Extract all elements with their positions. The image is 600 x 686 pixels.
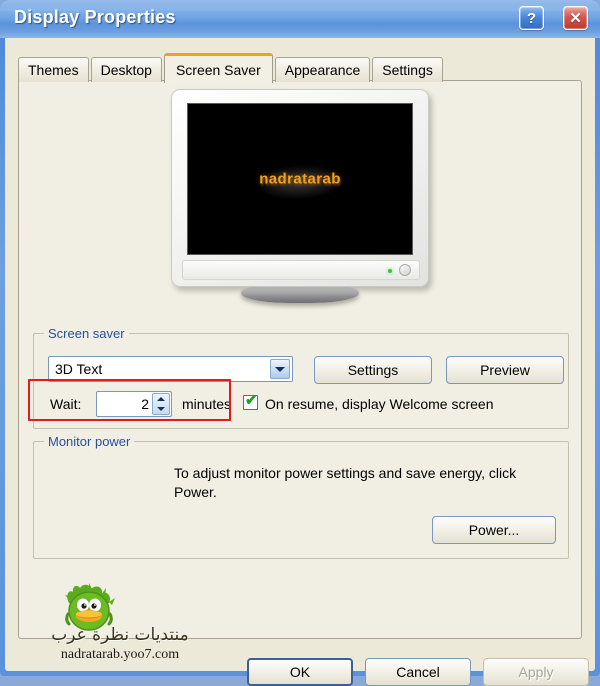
- tab-desktop[interactable]: Desktop: [90, 57, 162, 82]
- preview-button[interactable]: Preview: [446, 356, 564, 384]
- help-button[interactable]: ?: [519, 6, 544, 30]
- tab-screen-saver[interactable]: Screen Saver: [163, 53, 273, 83]
- display-properties-window: Display Properties ? ✕ Themes Desktop Sc…: [0, 0, 600, 686]
- settings-button[interactable]: Settings: [314, 356, 432, 384]
- ok-button[interactable]: OK: [247, 658, 353, 686]
- screen-saver-group-title: Screen saver: [44, 326, 129, 341]
- spinner-up-icon[interactable]: [157, 397, 165, 401]
- title-bar: Display Properties ? ✕: [0, 0, 600, 38]
- tab-label: Themes: [28, 62, 79, 78]
- checkmark-icon: ✔: [245, 392, 258, 409]
- monitor-screen: nadratarab: [187, 103, 413, 255]
- cancel-button[interactable]: Cancel: [365, 658, 471, 686]
- screensaver-select-value: 3D Text: [55, 361, 103, 377]
- apply-button: Apply: [483, 658, 589, 686]
- apply-button-label: Apply: [518, 664, 554, 680]
- cancel-button-label: Cancel: [396, 664, 440, 680]
- tab-label: Screen Saver: [175, 61, 261, 78]
- monitor-body[interactable]: nadratarab: [171, 89, 429, 287]
- screensaver-select[interactable]: 3D Text: [48, 356, 293, 382]
- monitor-power-group-title: Monitor power: [44, 434, 135, 449]
- watermark-url: nadratarab.yoo7.com: [60, 647, 180, 662]
- minutes-label: minutes: [182, 396, 232, 412]
- screen-saver-group: Screen saver 3D Text Settings Preview Wa…: [33, 326, 569, 429]
- question-mark-icon: ?: [526, 9, 537, 27]
- chevron-down-icon[interactable]: [270, 359, 290, 379]
- tab-label: Desktop: [100, 62, 152, 78]
- wait-label: Wait:: [50, 396, 82, 412]
- monitor-power-button-icon: [399, 264, 411, 276]
- close-button[interactable]: ✕: [563, 6, 588, 30]
- on-resume-checkbox-label[interactable]: On resume, display Welcome screen: [265, 396, 494, 412]
- tab-label: Settings: [382, 62, 433, 78]
- window-title: Display Properties: [14, 7, 176, 27]
- tab-settings[interactable]: Settings: [372, 57, 443, 82]
- monitor-power-description: To adjust monitor power settings and sav…: [174, 465, 517, 501]
- screen-saver-tab-page: nadratarab Screen saver 3D Text Settings…: [18, 80, 582, 639]
- screensaver-preview-text: nadratarab: [259, 170, 341, 188]
- tab-strip: Themes Desktop Screen Saver Appearance S…: [18, 53, 445, 83]
- preview-button-label: Preview: [480, 362, 530, 378]
- chevron-glyph: [275, 366, 285, 372]
- tab-appearance[interactable]: Appearance: [274, 57, 371, 82]
- ok-button-label: OK: [289, 664, 311, 680]
- spinner-buttons[interactable]: [152, 393, 170, 415]
- monitor-preview: nadratarab: [19, 89, 581, 327]
- close-icon: ✕: [569, 9, 582, 27]
- spinner-down-icon[interactable]: [157, 407, 165, 411]
- settings-button-label: Settings: [347, 362, 399, 378]
- power-button-label: Power...: [468, 522, 520, 538]
- wait-minutes-value: 2: [141, 396, 149, 412]
- dialog-client-area: Themes Desktop Screen Saver Appearance S…: [5, 38, 595, 686]
- monitor-power-group: Monitor power To adjust monitor power se…: [33, 434, 569, 559]
- power-led-icon: [388, 269, 392, 273]
- tab-label: Appearance: [284, 62, 361, 78]
- wait-minutes-spinner[interactable]: 2: [96, 391, 172, 417]
- tab-themes[interactable]: Themes: [18, 57, 89, 82]
- power-button[interactable]: Power...: [432, 516, 556, 544]
- monitor-bezel-bottom: [182, 260, 420, 280]
- on-resume-checkbox[interactable]: ✔: [243, 392, 258, 410]
